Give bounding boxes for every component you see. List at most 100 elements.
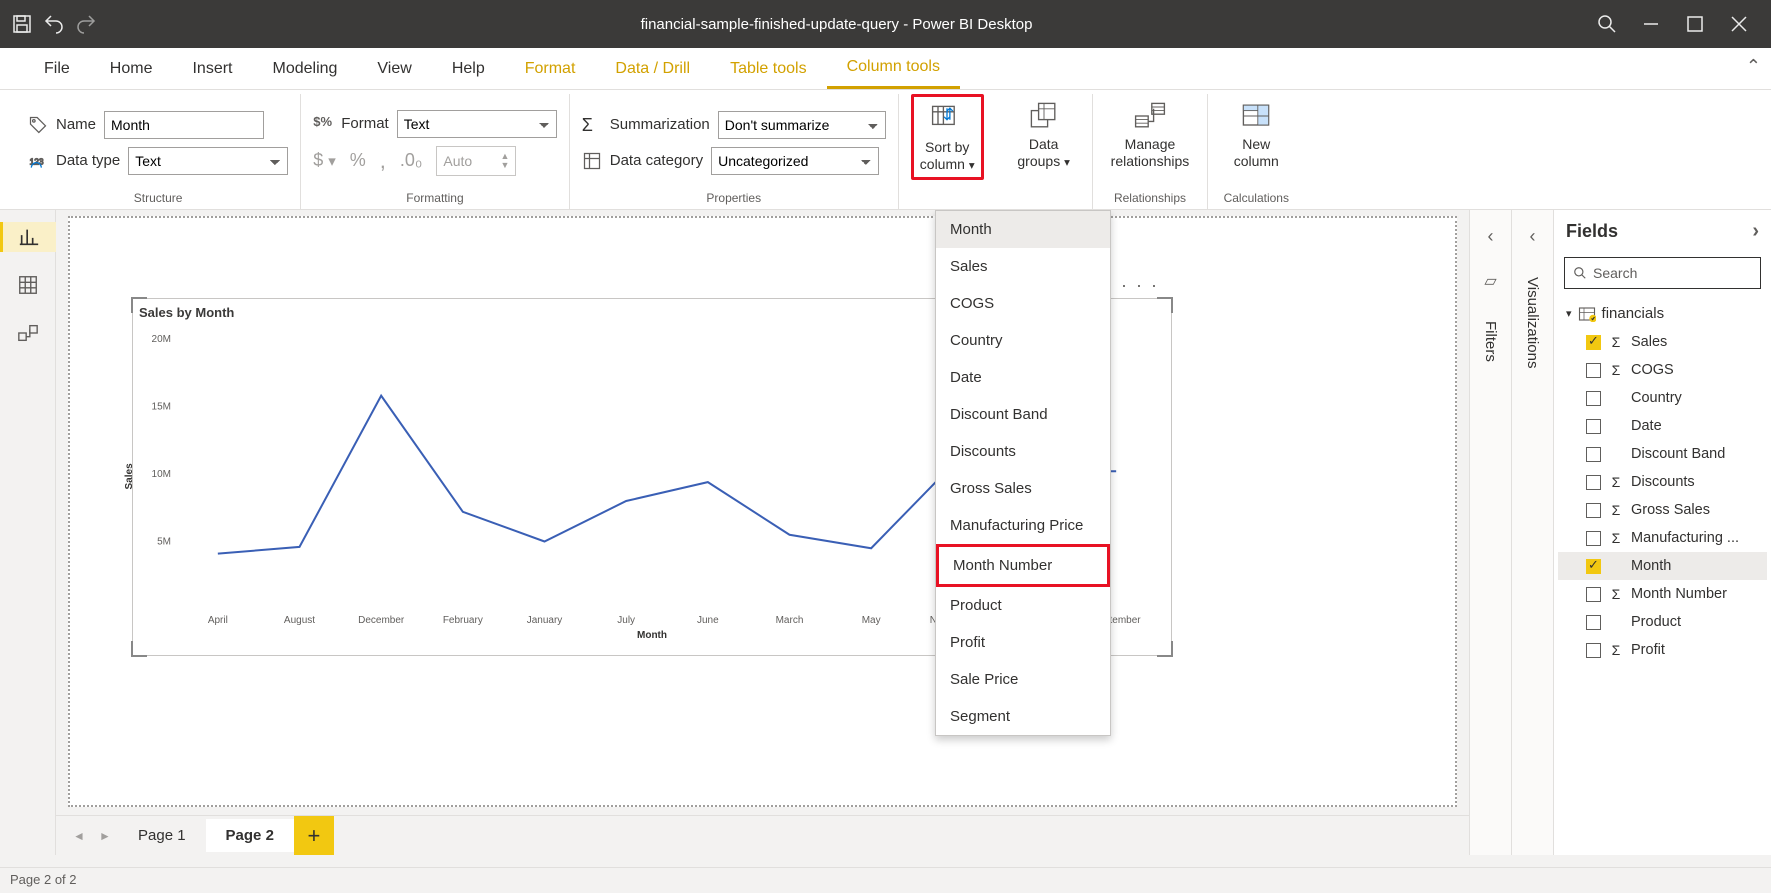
chevron-left-icon[interactable]: ‹ — [1530, 226, 1536, 247]
sort-option-month-number[interactable]: Month Number — [936, 544, 1110, 587]
model-view-button[interactable] — [13, 318, 43, 348]
checkbox[interactable] — [1586, 559, 1601, 574]
table-row-financials[interactable]: ▾ financials — [1558, 299, 1767, 328]
sort-option-date[interactable]: Date — [936, 359, 1110, 396]
menu-file[interactable]: File — [24, 48, 90, 89]
field-month[interactable]: Month — [1558, 552, 1767, 580]
summarization-select[interactable]: Don't summarize — [718, 111, 886, 139]
checkbox[interactable] — [1586, 615, 1601, 630]
name-input[interactable] — [104, 111, 264, 139]
resize-handle-se[interactable] — [1157, 641, 1173, 657]
fields-search-input[interactable]: Search — [1564, 257, 1761, 289]
sort-option-gross-sales[interactable]: Gross Sales — [936, 470, 1110, 507]
close-icon[interactable] — [1727, 12, 1751, 36]
field-gross-sales[interactable]: ΣGross Sales — [1558, 496, 1767, 524]
sort-option-discount-band[interactable]: Discount Band — [936, 396, 1110, 433]
menu-data-drill[interactable]: Data / Drill — [595, 48, 710, 89]
resize-handle-ne[interactable] — [1157, 297, 1173, 313]
menu-view[interactable]: View — [357, 48, 431, 89]
data-view-button[interactable] — [13, 270, 43, 300]
field-cogs[interactable]: ΣCOGS — [1558, 356, 1767, 384]
svg-text:10M: 10M — [152, 469, 171, 480]
menu-column-tools[interactable]: Column tools — [827, 48, 960, 89]
checkbox[interactable] — [1586, 531, 1601, 546]
sort-by-column-button[interactable]: Sort bycolumn ▾ — [911, 94, 984, 180]
save-icon[interactable] — [10, 12, 34, 36]
report-canvas[interactable]: · · · Sales by Month Sales Month 5M10M15… — [68, 216, 1457, 807]
decimals-icon[interactable]: .0₀ — [400, 150, 422, 171]
checkbox[interactable] — [1586, 475, 1601, 490]
name-label: Name — [56, 116, 96, 133]
field-profit[interactable]: ΣProfit — [1558, 636, 1767, 664]
field-month-number[interactable]: ΣMonth Number — [1558, 580, 1767, 608]
format-select[interactable]: Text — [397, 110, 557, 138]
page-tab-page-2[interactable]: Page 2 — [206, 819, 294, 852]
page-prev-button[interactable]: ◄ — [66, 829, 92, 843]
category-select[interactable]: Uncategorized — [711, 147, 879, 175]
sort-option-manufacturing-price[interactable]: Manufacturing Price — [936, 507, 1110, 544]
menu-format[interactable]: Format — [505, 48, 596, 89]
currency-icon[interactable]: $ ▾ — [313, 150, 336, 171]
field-manufacturing-[interactable]: ΣManufacturing ... — [1558, 524, 1767, 552]
checkbox[interactable] — [1586, 419, 1601, 434]
chevron-right-icon[interactable]: › — [1752, 220, 1759, 243]
checkbox[interactable] — [1586, 363, 1601, 378]
manage-relationships-button[interactable]: Managerelationships — [1105, 94, 1196, 174]
field-label: Sales — [1631, 334, 1667, 350]
sort-option-cogs[interactable]: COGS — [936, 285, 1110, 322]
redo-icon[interactable] — [74, 12, 98, 36]
report-view-button[interactable] — [0, 222, 56, 252]
checkbox[interactable] — [1586, 587, 1601, 602]
checkbox[interactable] — [1586, 391, 1601, 406]
sort-option-sales[interactable]: Sales — [936, 248, 1110, 285]
auto-decimals-input[interactable]: Auto▲▼ — [436, 146, 516, 176]
undo-icon[interactable] — [42, 12, 66, 36]
menu-insert[interactable]: Insert — [172, 48, 252, 89]
menu-modeling[interactable]: Modeling — [252, 48, 357, 89]
minimize-icon[interactable] — [1639, 12, 1663, 36]
svg-text:20M: 20M — [152, 334, 171, 345]
page-tab-page-1[interactable]: Page 1 — [118, 819, 206, 852]
field-discount-band[interactable]: Discount Band — [1558, 440, 1767, 468]
search-icon[interactable] — [1595, 12, 1619, 36]
new-column-button[interactable]: Newcolumn — [1220, 94, 1292, 174]
maximize-icon[interactable] — [1683, 12, 1707, 36]
visualizations-pane-collapsed[interactable]: ‹ Visualizations — [1511, 210, 1553, 855]
checkbox[interactable] — [1586, 643, 1601, 658]
field-date[interactable]: Date — [1558, 412, 1767, 440]
menu-home[interactable]: Home — [90, 48, 173, 89]
field-label: Discounts — [1631, 474, 1695, 490]
sort-option-sale-price[interactable]: Sale Price — [936, 661, 1110, 698]
sort-by-column-dropdown: MonthSalesCOGSCountryDateDiscount BandDi… — [935, 210, 1111, 736]
checkbox[interactable] — [1586, 503, 1601, 518]
resize-handle-sw[interactable] — [131, 641, 147, 657]
data-groups-button[interactable]: Datagroups ▾ — [1008, 94, 1080, 174]
add-page-button[interactable]: + — [294, 816, 334, 856]
comma-icon[interactable]: , — [380, 148, 386, 174]
sort-option-profit[interactable]: Profit — [936, 624, 1110, 661]
percent-icon[interactable]: % — [350, 150, 366, 171]
field-country[interactable]: Country — [1558, 384, 1767, 412]
sort-option-country[interactable]: Country — [936, 322, 1110, 359]
sort-option-month[interactable]: Month — [936, 211, 1110, 248]
sort-option-segment[interactable]: Segment — [936, 698, 1110, 735]
sigma-icon: Σ — [582, 115, 602, 135]
datatype-select[interactable]: Text — [128, 147, 288, 175]
sigma-icon: Σ — [1609, 474, 1623, 490]
ribbon-collapse-icon[interactable]: ⌃ — [1746, 56, 1761, 77]
field-sales[interactable]: ΣSales — [1558, 328, 1767, 356]
fields-title: Fields — [1566, 221, 1618, 242]
field-product[interactable]: Product — [1558, 608, 1767, 636]
chevron-left-icon[interactable]: ‹ — [1488, 226, 1494, 247]
sort-option-product[interactable]: Product — [936, 587, 1110, 624]
menu-help[interactable]: Help — [432, 48, 505, 89]
chart-menu-icon[interactable]: · · · — [1121, 275, 1159, 296]
sort-icon — [929, 101, 965, 137]
checkbox[interactable] — [1586, 335, 1601, 350]
field-discounts[interactable]: Σ Discounts — [1558, 468, 1767, 496]
filters-pane-collapsed[interactable]: ‹ ▱ Filters — [1469, 210, 1511, 855]
sort-option-discounts[interactable]: Discounts — [936, 433, 1110, 470]
checkbox[interactable] — [1586, 447, 1601, 462]
menu-table-tools[interactable]: Table tools — [710, 48, 827, 89]
page-next-button[interactable]: ► — [92, 829, 118, 843]
